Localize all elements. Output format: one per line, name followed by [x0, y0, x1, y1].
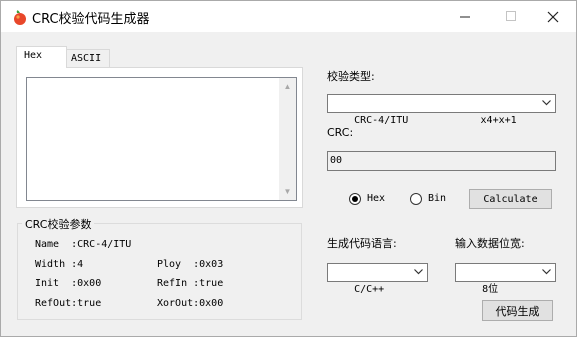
param-refout: RefOut:true	[35, 298, 102, 309]
language-value: C/C++	[354, 284, 385, 295]
maximize-icon	[505, 11, 516, 21]
bit-width-select[interactable]: 8位	[455, 263, 556, 295]
param-ploy: Ploy :0x03	[157, 259, 224, 270]
crc-type-select[interactable]: CRC-4/ITU x4+x+1	[327, 94, 556, 126]
chevron-down-icon	[542, 269, 551, 275]
window-title: CRC校验代码生成器	[32, 12, 150, 27]
maximize-button[interactable]	[488, 1, 534, 32]
bit-width-value: 8位	[482, 284, 499, 295]
close-button[interactable]	[530, 1, 576, 32]
param-name: Name :CRC-4/ITU	[35, 239, 132, 250]
crc-label: CRC:	[327, 126, 354, 139]
tab-hex[interactable]: Hex	[16, 46, 67, 68]
chevron-down-icon	[414, 269, 423, 275]
param-width: Width :4	[35, 259, 84, 270]
scroll-up-icon[interactable]: ▲	[279, 78, 296, 95]
tab-ascii[interactable]: ASCII	[63, 49, 110, 67]
close-icon	[547, 11, 559, 22]
generate-code-button[interactable]: 代码生成	[482, 300, 553, 321]
bit-width-label: 输入数据位宽:	[455, 237, 525, 250]
radio-bin[interactable]	[410, 193, 422, 205]
crc-result-field[interactable]: 00	[327, 151, 556, 171]
language-label: 生成代码语言:	[327, 237, 397, 250]
param-xorout: XorOut:0x00	[157, 298, 224, 309]
calculate-button[interactable]: Calculate	[469, 189, 552, 209]
radio-bin-label[interactable]: Bin	[428, 193, 446, 204]
chevron-down-icon	[542, 100, 551, 106]
app-logo-icon	[14, 10, 26, 25]
radio-hex-label[interactable]: Hex	[367, 193, 385, 204]
data-input-textarea[interactable]: ▲ ▼	[26, 77, 297, 201]
param-refin: RefIn :true	[157, 278, 224, 289]
crc-type-value: CRC-4/ITU x4+x+1	[354, 115, 517, 126]
app-window: CRC校验代码生成器 Hex ASCII ▲ ▼ CRC校验参数 Name:C…	[0, 0, 577, 337]
crc-params-title: CRC校验参数	[22, 216, 95, 232]
radio-hex[interactable]	[349, 193, 361, 205]
title-bar: CRC校验代码生成器	[1, 1, 576, 32]
minimize-icon	[459, 16, 470, 18]
tab-panel: ▲ ▼	[16, 67, 303, 208]
param-init: Init :0x00	[35, 278, 102, 289]
language-select[interactable]: C/C++	[327, 263, 428, 295]
crc-type-label: 校验类型:	[327, 70, 375, 83]
minimize-button[interactable]	[442, 1, 488, 32]
scroll-down-icon[interactable]: ▼	[279, 183, 296, 200]
vertical-scrollbar[interactable]: ▲ ▼	[279, 78, 296, 200]
